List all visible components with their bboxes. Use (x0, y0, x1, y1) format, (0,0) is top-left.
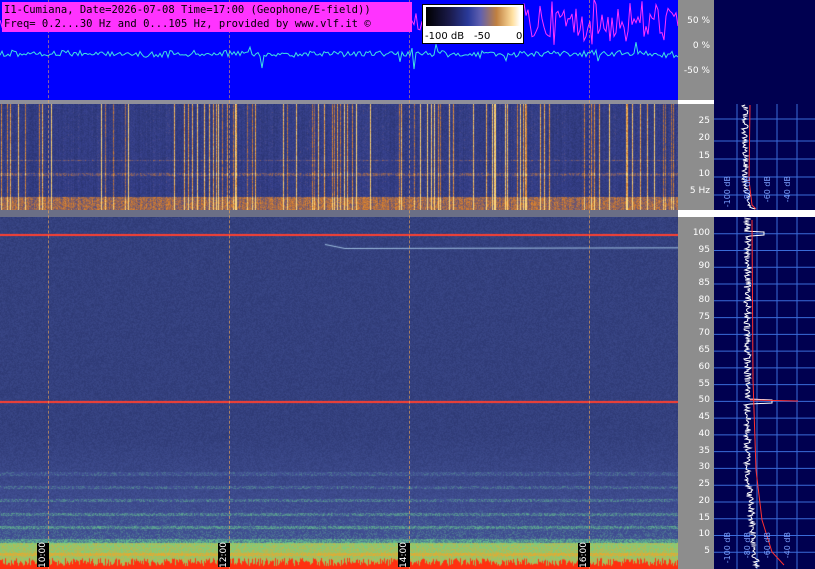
frequency-tick-label: 70 (698, 328, 710, 339)
frequency-tick-label: 100 (692, 227, 710, 238)
spectrum-divider (714, 210, 815, 217)
frequency-tick-label: 30 (698, 462, 710, 473)
low-frequency-tick-label: 5 Hz (689, 186, 710, 197)
low-frequency-axis: 25 20 15 10 5 Hz (678, 104, 714, 210)
frequency-tick-label: 60 (698, 361, 710, 372)
time-marker-label: 16:00 (578, 542, 590, 568)
frequency-tick-label: 40 (698, 428, 710, 439)
frequency-tick-label: 50 (698, 395, 710, 406)
amplitude-tick-label: -50 % (683, 66, 710, 76)
low-frequency-tick-label: 10 (698, 168, 710, 179)
frequency-tick-label: 15 (698, 512, 710, 523)
frequency-tick-label: 55 (698, 378, 710, 389)
time-marker-label: 12:00 (218, 542, 230, 568)
spectrum-db-label: -100 dB (723, 176, 732, 208)
low-frequency-tick-label: 20 (698, 133, 710, 144)
frequency-tick-label: 10 (698, 529, 710, 540)
waveform-amplitude-axis: 50 % 0 % -50 % (678, 0, 714, 100)
time-marker-label: 10:00 (37, 542, 49, 568)
frequency-tick-label: 65 (698, 345, 710, 356)
low-frequency-tick-label: 25 (698, 115, 710, 126)
title-box: I1-Cumiana, Date=2026-07-08 Time=17:00 (… (2, 2, 412, 32)
frequency-tick-label: 45 (698, 412, 710, 423)
spectrum-db-label: -80 dB (743, 176, 752, 203)
title-line-frequency: Freq= 0.2...30 Hz and 0...105 Hz, provid… (4, 18, 371, 30)
amplitude-tick-label: 0 % (692, 41, 710, 51)
average-spectrum-plot (714, 104, 815, 569)
average-spectrum-panel: -100 dB -80 dB -60 dB -40 dB -100 dB -80 dB -6… (714, 0, 815, 569)
full-range-frequency-axis: 100 95 90 85 80 75 70 65 60 55 50 45 40 35 30 25 20 15 10 5 (678, 217, 714, 569)
time-grid-line (409, 0, 410, 569)
frequency-tick-label: 20 (698, 495, 710, 506)
frequency-tick-label: 35 (698, 445, 710, 456)
frequency-tick-label: 25 (698, 479, 710, 490)
spectrum-db-label: -60 dB (763, 176, 772, 203)
legend-mid-label: -50 (474, 31, 491, 42)
time-grid-line (48, 0, 49, 569)
time-grid-line (229, 0, 230, 569)
full-range-spectrum-trace (742, 217, 773, 569)
frequency-tick-label: 95 (698, 244, 710, 255)
time-grid-line (589, 0, 590, 569)
spectrum-db-label: -40 dB (783, 176, 792, 203)
frequency-tick-label: 90 (698, 261, 710, 272)
title-line-station: I1-Cumiana, Date=2026-07-08 Time=17:00 (… (4, 4, 371, 16)
time-marker-label: 14:00 (398, 542, 410, 568)
color-scale-legend: -100 dB -50 0 (422, 4, 524, 44)
spectrum-db-label: -100 dB (723, 532, 732, 564)
frequency-tick-label: 85 (698, 278, 710, 289)
legend-max-label: 0 (516, 31, 523, 42)
axis-divider (678, 210, 714, 217)
spectrum-db-label: -40 dB (783, 532, 792, 559)
lower-trace (0, 42, 678, 70)
spectrogram-divider (0, 210, 678, 217)
frequency-tick-label: 5 (704, 546, 710, 557)
full-range-spectrogram (0, 217, 678, 569)
low-frequency-spectrogram (0, 104, 678, 210)
amplitude-tick-label: 50 % (687, 16, 710, 26)
low-frequency-tick-label: 15 (698, 151, 710, 161)
legend-min-label: -100 dB (425, 31, 465, 42)
spectrum-db-label: -80 dB (743, 532, 752, 559)
frequency-tick-label: 75 (698, 311, 710, 322)
spectrum-db-label: -60 dB (763, 532, 772, 559)
color-scale-bar (426, 7, 520, 26)
frequency-tick-label: 80 (698, 294, 710, 305)
